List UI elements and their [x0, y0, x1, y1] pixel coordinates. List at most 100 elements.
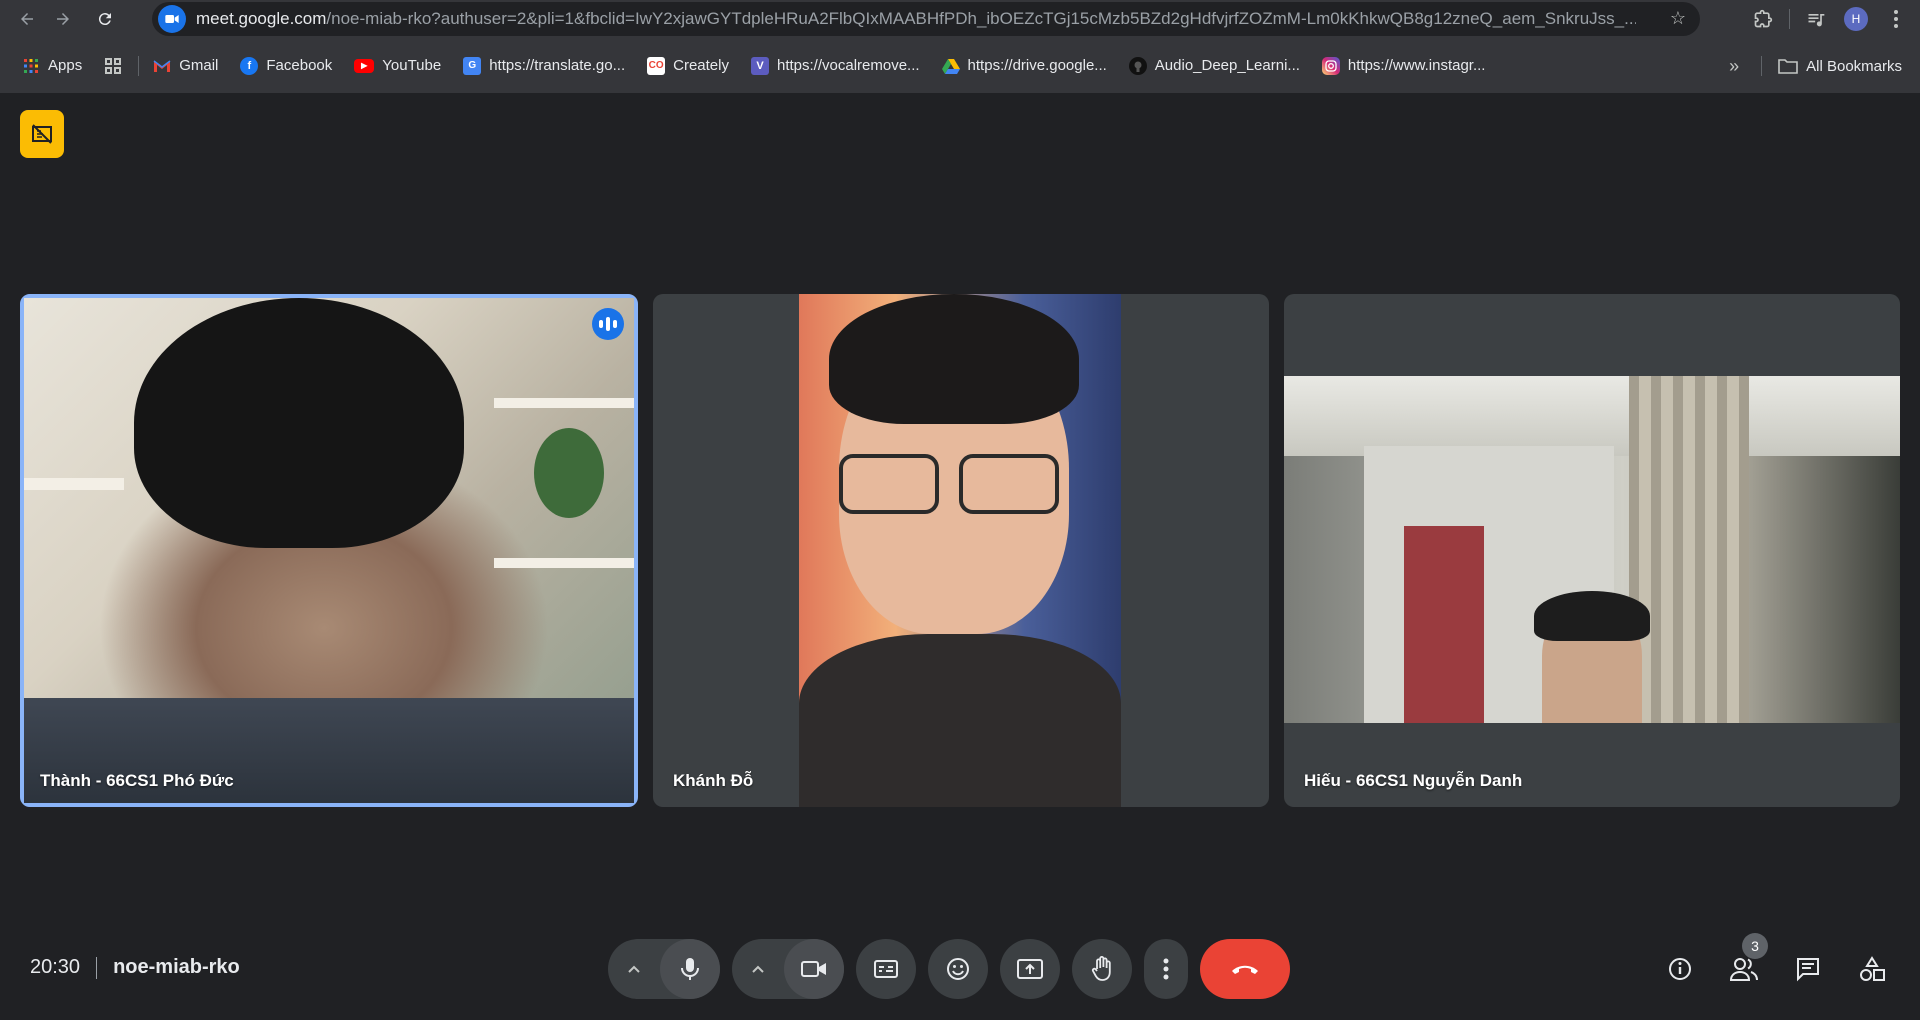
address-bar[interactable]: meet.google.com/noe-miab-rko?authuser=2&…	[152, 2, 1700, 36]
gmail-icon	[153, 57, 171, 75]
bookmark-label: https://www.instagr...	[1347, 57, 1486, 74]
more-bookmarks-button[interactable]: »	[1729, 56, 1739, 77]
profile-initial: H	[1844, 7, 1868, 31]
more-options-button[interactable]	[1144, 939, 1188, 999]
microphone-icon	[681, 958, 699, 980]
media-control-icon[interactable]	[1796, 0, 1836, 38]
all-bookmarks-label: All Bookmarks	[1806, 57, 1902, 75]
participant-video	[1284, 376, 1900, 723]
chevron-up-icon	[628, 965, 640, 973]
meeting-details-button[interactable]	[1652, 939, 1708, 999]
bookmark-youtube[interactable]: ▶ YouTube	[354, 57, 441, 74]
chat-icon	[1797, 958, 1819, 982]
extensions-icon[interactable]	[1743, 0, 1783, 38]
leave-call-button[interactable]	[1200, 939, 1290, 999]
audio-options-button[interactable]	[608, 939, 660, 999]
bookmark-creately[interactable]: CO Creately	[647, 56, 729, 75]
bookmark-label: https://vocalremove...	[776, 57, 920, 74]
drive-icon	[941, 57, 960, 75]
github-icon	[1128, 56, 1147, 75]
tab-groups-button[interactable]	[104, 57, 122, 75]
bookmark-gmail[interactable]: Gmail	[153, 57, 218, 75]
all-bookmarks-button[interactable]: All Bookmarks	[1778, 58, 1902, 75]
present-screen-icon	[1017, 959, 1043, 979]
youtube-icon: ▶	[354, 58, 375, 73]
activities-button[interactable]	[1844, 939, 1900, 999]
url-path: /noe-miab-rko?authuser=2&pli=1&fbclid=Iw…	[326, 9, 1636, 28]
participant-name: Khánh Đỗ	[673, 771, 754, 790]
bookmark-facebook[interactable]: f Facebook	[240, 56, 333, 75]
translate-icon: G	[463, 56, 482, 75]
participant-name: Thành - 66CS1 Phó Đức	[40, 771, 234, 790]
more-vert-icon	[1163, 958, 1169, 980]
grid-icon	[105, 57, 122, 74]
facebook-icon: f	[240, 56, 259, 75]
bookmark-label: YouTube	[382, 57, 442, 74]
profile-avatar[interactable]: H	[1836, 0, 1876, 38]
camera-button[interactable]	[784, 939, 844, 999]
participant-tile-2[interactable]: Khánh Đỗ	[653, 294, 1269, 807]
meeting-code: noe-miab-rko	[113, 956, 240, 978]
audio-control-group	[608, 939, 720, 999]
instagram-icon	[1321, 56, 1340, 75]
video-off-icon	[32, 124, 52, 144]
camera-off-indicator[interactable]	[20, 110, 64, 158]
bookmark-github[interactable]: Audio_Deep_Learni...	[1128, 56, 1300, 75]
bookmark-label: Creately	[673, 57, 729, 74]
participant-video	[799, 294, 1121, 807]
people-icon	[1729, 958, 1758, 981]
meet-control-bar: 20:30 noe-miab-rko 3	[0, 920, 1920, 1020]
bookmark-apps[interactable]: Apps	[22, 57, 82, 75]
chat-button[interactable]	[1780, 939, 1836, 999]
bookmarks-bar: Apps Gmail f Facebook ▶ YouTube G https:…	[0, 38, 1920, 94]
participant-video	[24, 298, 634, 803]
participant-tile-1[interactable]: Thành - 66CS1 Phó Đức	[20, 294, 638, 807]
microphone-button[interactable]	[660, 939, 720, 999]
present-screen-button[interactable]	[1000, 939, 1060, 999]
forward-button[interactable]	[48, 4, 78, 34]
people-button[interactable]: 3	[1716, 933, 1772, 999]
bookmark-label: Apps	[48, 57, 83, 74]
browser-menu-icon[interactable]	[1876, 0, 1916, 38]
creately-icon: CO	[647, 56, 666, 75]
bookmark-drive[interactable]: https://drive.google...	[941, 57, 1107, 75]
raise-hand-icon	[1091, 956, 1111, 981]
url-text[interactable]: meet.google.com/noe-miab-rko?authuser=2&…	[196, 9, 1636, 29]
video-control-group	[732, 939, 844, 999]
bookmark-translate[interactable]: G https://translate.go...	[463, 56, 626, 75]
chevron-up-icon	[752, 965, 764, 973]
bookmark-instagram[interactable]: https://www.instagr...	[1321, 56, 1486, 75]
bookmark-label: Gmail	[179, 57, 219, 74]
video-camera-icon	[801, 961, 826, 977]
bookmark-label: Audio_Deep_Learni...	[1154, 57, 1300, 74]
captions-button[interactable]	[856, 939, 916, 999]
bookmark-label: https://translate.go...	[489, 57, 626, 74]
activities-shapes-icon	[1860, 956, 1885, 981]
bookmark-star-icon[interactable]: ☆	[1670, 8, 1686, 29]
bookmark-vocalremover[interactable]: V https://vocalremove...	[750, 56, 920, 75]
info-icon	[1669, 958, 1691, 980]
reactions-button[interactable]	[928, 939, 988, 999]
participant-name: Hiếu - 66CS1 Nguyễn Danh	[1304, 771, 1523, 790]
meeting-details: 20:30 noe-miab-rko	[30, 956, 240, 979]
participant-count-badge: 3	[1742, 933, 1768, 959]
closed-captions-icon	[874, 960, 898, 978]
emoji-icon	[947, 958, 969, 980]
hang-up-icon	[1232, 965, 1258, 974]
participant-tile-3[interactable]: Hiếu - 66CS1 Nguyễn Danh	[1284, 294, 1900, 807]
arrow-left-icon	[21, 13, 33, 25]
back-button[interactable]	[12, 4, 42, 34]
bookmark-label: https://drive.google...	[967, 57, 1107, 74]
video-options-button[interactable]	[732, 939, 784, 999]
speaking-indicator-icon	[592, 308, 624, 340]
url-host: meet.google.com	[196, 9, 327, 28]
meeting-time: 20:30	[30, 956, 81, 978]
reload-icon	[98, 13, 111, 26]
arrow-right-icon	[57, 13, 69, 25]
reload-button[interactable]	[90, 4, 120, 34]
meet-site-icon[interactable]	[158, 5, 186, 33]
vocalremover-icon: V	[750, 56, 769, 75]
bookmark-label: Facebook	[266, 57, 333, 74]
raise-hand-button[interactable]	[1072, 939, 1132, 999]
browser-toolbar: meet.google.com/noe-miab-rko?authuser=2&…	[0, 0, 1920, 38]
